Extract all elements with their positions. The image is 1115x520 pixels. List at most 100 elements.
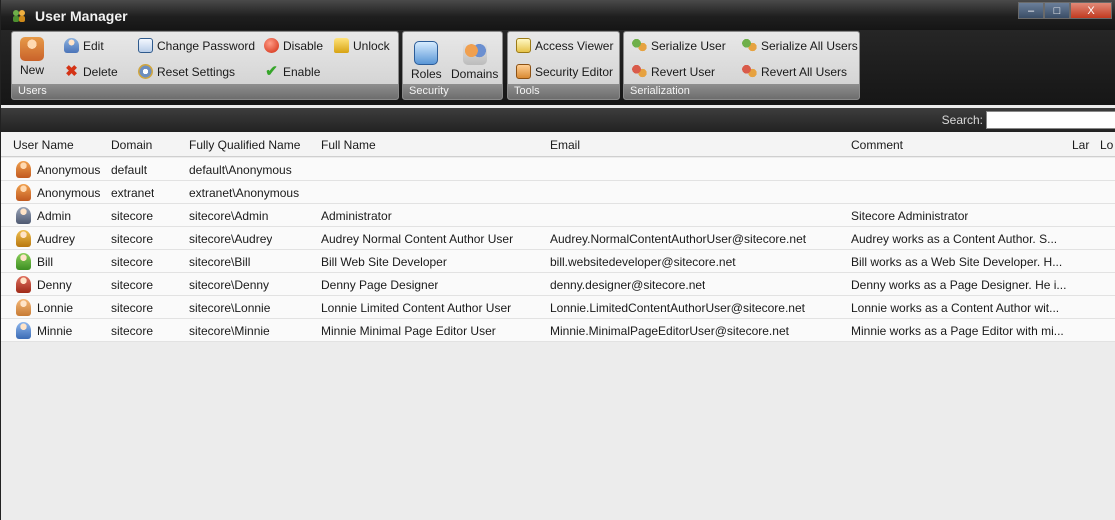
security-editor-icon: [516, 64, 531, 79]
cell-full-name: Bill Web Site Developer: [321, 255, 447, 269]
revert-all-users-label: Revert All Users: [761, 64, 848, 79]
designer-user-icon: [16, 276, 31, 293]
minimize-button[interactable]: –: [1018, 2, 1044, 19]
delete-icon: ✖: [65, 63, 78, 80]
domains-icon: [462, 41, 487, 65]
cell-domain: extranet: [111, 186, 155, 200]
user-manager-icon: [11, 9, 27, 23]
roles-icon: [414, 41, 439, 65]
column-header-locked[interactable]: Lo: [1100, 138, 1113, 152]
editor-user-icon: [16, 322, 31, 339]
table-row[interactable]: Anonymous extranet extranet\Anonymous: [1, 181, 1115, 204]
close-button[interactable]: X: [1070, 2, 1112, 19]
table-row[interactable]: Denny sitecore sitecore\Denny Denny Page De…: [1, 273, 1115, 296]
anonymous-user-icon: [16, 184, 31, 201]
reset-settings-button[interactable]: Reset Settings: [138, 64, 235, 79]
cell-full-name: Denny Page Designer: [321, 278, 439, 292]
edit-button[interactable]: Edit: [64, 38, 104, 53]
security-group: Roles Domains Security: [402, 31, 503, 100]
cell-comment: Denny works as a Page Designer. He i...: [851, 278, 1067, 292]
reset-settings-icon: [138, 64, 153, 79]
domains-label: Domains: [451, 67, 499, 81]
search-bar: Search:: [1, 108, 1115, 132]
password-icon: [138, 38, 153, 53]
table-row[interactable]: Audrey sitecore sitecore\Audrey Audrey Norm…: [1, 227, 1115, 250]
column-header-comment[interactable]: Comment: [851, 138, 903, 152]
delete-label: Delete: [83, 64, 118, 79]
cell-domain: sitecore: [111, 232, 154, 246]
cell-fqn: sitecore\Audrey: [189, 232, 273, 246]
new-user-label: New: [20, 63, 45, 77]
cell-comment: Audrey works as a Content Author. S...: [851, 232, 1058, 246]
cell-user-name: Bill: [37, 255, 54, 269]
revert-all-users-button[interactable]: Revert All Users: [742, 64, 847, 79]
new-user-icon: [20, 37, 44, 61]
author-user-icon: [16, 230, 31, 247]
cell-domain: sitecore: [111, 209, 154, 223]
cell-fqn: sitecore\Admin: [189, 209, 269, 223]
table-row[interactable]: Minnie sitecore sitecore\Minnie Minnie Mini…: [1, 319, 1115, 342]
access-viewer-button[interactable]: Access Viewer: [516, 38, 613, 53]
cell-full-name: Lonnie Limited Content Author User: [321, 301, 512, 315]
developer-user-icon: [16, 253, 31, 270]
cell-user-name: Anonymous: [37, 186, 101, 200]
enable-button[interactable]: ✔ Enable: [264, 64, 320, 79]
revert-user-button[interactable]: Revert User: [632, 64, 715, 79]
disable-button[interactable]: Disable: [264, 38, 323, 53]
serialize-all-users-icon: [742, 38, 757, 53]
cell-comment: Lonnie works as a Content Author wit...: [851, 301, 1060, 315]
column-header-fqn[interactable]: Fully Qualified Name: [189, 138, 300, 152]
cell-fqn: sitecore\Minnie: [189, 324, 270, 338]
revert-user-label: Revert User: [651, 64, 716, 79]
change-password-label: Change Password: [157, 38, 256, 53]
edit-label: Edit: [83, 38, 104, 53]
column-header-language[interactable]: Lar: [1072, 138, 1089, 152]
maximize-button[interactable]: □: [1044, 2, 1070, 19]
cell-email: Minnie.MinimalPageEditorUser@sitecore.ne…: [550, 324, 789, 338]
reset-settings-label: Reset Settings: [157, 64, 236, 79]
cell-comment: Sitecore Administrator: [851, 209, 969, 223]
security-editor-button[interactable]: Security Editor: [516, 64, 613, 79]
cell-domain: sitecore: [111, 324, 154, 338]
serialize-all-users-button[interactable]: Serialize All Users: [742, 38, 858, 53]
window-controls: – □ X: [1018, 2, 1112, 19]
cell-full-name: Administrator: [321, 209, 392, 223]
cell-domain: sitecore: [111, 278, 154, 292]
column-header-user-name[interactable]: User Name: [13, 138, 74, 152]
cell-fqn: sitecore\Lonnie: [189, 301, 271, 315]
serialize-all-users-label: Serialize All Users: [761, 38, 858, 53]
search-input[interactable]: [986, 111, 1115, 129]
user-manager-window: User Manager – □ X New Edit ✖ Delete Cha…: [0, 0, 1115, 520]
table-row[interactable]: Lonnie sitecore sitecore\Lonnie Lonnie Limi…: [1, 296, 1115, 319]
disable-label: Disable: [283, 38, 324, 53]
column-header-full-name[interactable]: Full Name: [321, 138, 376, 152]
column-header-email[interactable]: Email: [550, 138, 580, 152]
serialization-group: Serialize User Revert User Serialize All…: [623, 31, 860, 100]
change-password-button[interactable]: Change Password: [138, 38, 255, 53]
cell-comment: Bill works as a Web Site Developer. H...: [851, 255, 1063, 269]
anonymous-user-icon: [16, 161, 31, 178]
table-row[interactable]: Anonymous default default\Anonymous: [1, 158, 1115, 181]
users-table: User Name Domain Fully Qualified Name Fu…: [1, 132, 1115, 520]
cell-domain: sitecore: [111, 255, 154, 269]
column-header-domain[interactable]: Domain: [111, 138, 152, 152]
cell-email: denny.designer@sitecore.net: [550, 278, 706, 292]
serialize-user-button[interactable]: Serialize User: [632, 38, 726, 53]
table-row[interactable]: Bill sitecore sitecore\Bill Bill Web Site D…: [1, 250, 1115, 273]
table-header: User Name Domain Fully Qualified Name Fu…: [1, 132, 1115, 157]
tools-group-label: Tools: [508, 84, 619, 99]
window-title: User Manager: [35, 8, 128, 24]
new-user-button[interactable]: New: [20, 37, 44, 77]
cell-user-name: Audrey: [37, 232, 76, 246]
security-editor-label: Security Editor: [535, 64, 614, 79]
delete-button[interactable]: ✖ Delete: [64, 63, 118, 80]
ribbon: New Edit ✖ Delete Change Password Reset …: [1, 30, 1115, 105]
title-bar[interactable]: User Manager – □ X: [1, 0, 1115, 30]
domains-button[interactable]: Domains: [451, 41, 498, 81]
security-group-label: Security: [403, 84, 502, 99]
unlock-label: Unlock: [353, 38, 390, 53]
roles-button[interactable]: Roles: [411, 41, 442, 81]
cell-full-name: Audrey Normal Content Author User: [321, 232, 514, 246]
unlock-button[interactable]: Unlock: [334, 38, 390, 53]
table-row[interactable]: Admin sitecore sitecore\Admin Administrator…: [1, 204, 1115, 227]
